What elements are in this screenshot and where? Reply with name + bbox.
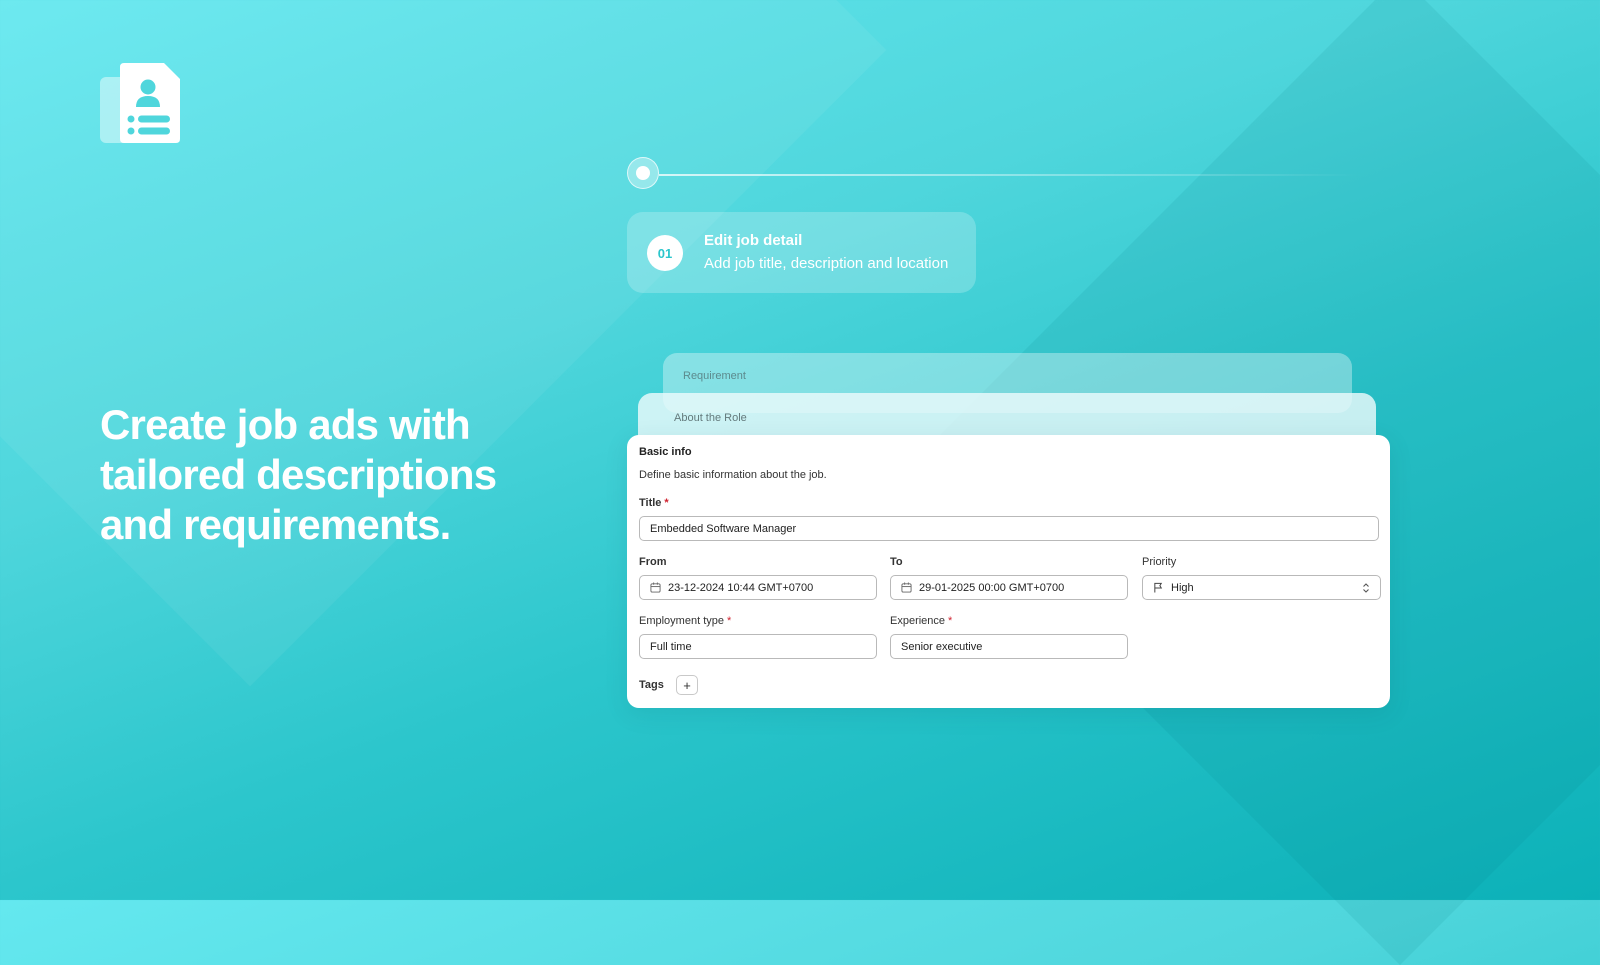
to-date-value: 29-01-2025 00:00 GMT+0700: [919, 581, 1065, 594]
experience-input[interactable]: Senior executive: [890, 634, 1128, 659]
experience-label-text: Experience: [890, 615, 946, 627]
from-label: From: [639, 556, 667, 568]
to-label: To: [890, 556, 903, 568]
title-label-text: Title: [639, 497, 662, 509]
priority-value: High: [1171, 581, 1194, 594]
hero-headline: Create job ads with tailored description…: [100, 400, 560, 550]
experience-value: Senior executive: [901, 640, 983, 653]
section-heading: Basic info: [639, 446, 692, 458]
resume-document-icon: [100, 63, 180, 145]
about-role-card-label: About the Role: [674, 412, 747, 424]
employment-type-input[interactable]: Full time: [639, 634, 877, 659]
employment-type-label: Employment type *: [639, 615, 731, 627]
priority-label: Priority: [1142, 556, 1177, 568]
basic-info-form: Basic info Define basic information abou…: [627, 435, 1390, 708]
headline-line: tailored descriptions: [100, 451, 497, 498]
required-mark: *: [664, 497, 669, 509]
tags-label: Tags: [639, 679, 664, 691]
requirement-card-label: Requirement: [683, 370, 746, 382]
step-indicator-dot: [636, 166, 650, 180]
calendar-icon: [901, 582, 912, 593]
calendar-icon: [650, 582, 661, 593]
step-number: 01: [647, 235, 683, 271]
step-indicator[interactable]: [627, 157, 659, 189]
from-date-input[interactable]: 23-12-2024 10:44 GMT+0700: [639, 575, 877, 600]
step-progress-line: [659, 174, 1359, 176]
employment-type-value: Full time: [650, 640, 692, 653]
step-card[interactable]: 01 Edit job detail Add job title, descri…: [627, 212, 976, 293]
employment-type-label-text: Employment type: [639, 615, 724, 627]
headline-line: Create job ads with: [100, 401, 471, 448]
flag-icon: [1154, 582, 1163, 593]
priority-select[interactable]: High: [1142, 575, 1381, 600]
experience-label: Experience *: [890, 615, 952, 627]
from-date-value: 23-12-2024 10:44 GMT+0700: [668, 581, 814, 594]
headline-line: and requirements.: [100, 501, 451, 548]
section-description: Define basic information about the job.: [639, 469, 827, 481]
step-subtitle: Add job title, description and location: [704, 255, 949, 272]
to-date-input[interactable]: 29-01-2025 00:00 GMT+0700: [890, 575, 1128, 600]
step-title: Edit job detail: [704, 232, 803, 249]
required-mark: *: [726, 615, 732, 627]
title-label: Title *: [639, 497, 669, 509]
add-tag-button[interactable]: +: [676, 675, 698, 695]
title-input[interactable]: Embedded Software Manager: [639, 516, 1379, 541]
chevron-up-down-icon: [1363, 583, 1369, 593]
required-mark: *: [948, 615, 953, 627]
title-input-value: Embedded Software Manager: [650, 522, 797, 535]
